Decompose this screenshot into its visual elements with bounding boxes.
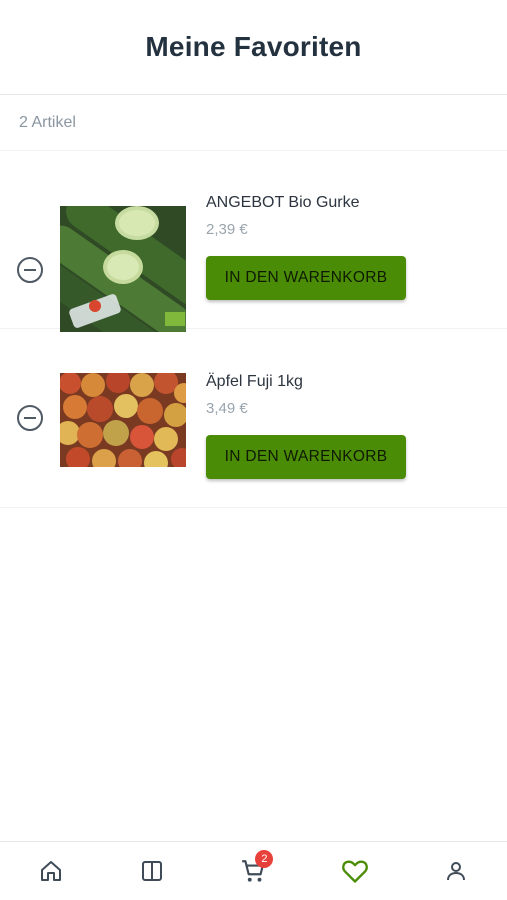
product-image-cucumber[interactable] <box>60 206 186 332</box>
heart-icon <box>341 860 368 883</box>
remove-favorite-button[interactable] <box>17 257 43 283</box>
product-image-apples[interactable] <box>60 373 186 467</box>
product-name: Äpfel Fuji 1kg <box>206 373 303 390</box>
item-count: 2 Artikel <box>0 95 507 151</box>
add-to-cart-button[interactable]: IN DEN WARENKORB <box>206 435 406 479</box>
product-price: 3,49 € <box>206 400 248 417</box>
header: Meine Favoriten <box>0 0 507 95</box>
page-title: Meine Favoriten <box>145 31 362 62</box>
bottom-nav: 2 <box>0 841 507 900</box>
remove-favorite-button[interactable] <box>17 405 43 431</box>
nav-account[interactable] <box>426 846 486 896</box>
product-info: ANGEBOT Bio Gurke 2,39 € IN DEN WARENKOR… <box>206 194 406 300</box>
home-icon <box>40 861 61 881</box>
apples-photo <box>60 373 186 467</box>
minus-icon <box>24 417 36 419</box>
favorites-list: ANGEBOT Bio Gurke 2,39 € IN DEN WARENKOR… <box>0 150 507 508</box>
product-price: 2,39 € <box>206 221 248 238</box>
cart-badge: 2 <box>255 850 274 868</box>
product-name: ANGEBOT Bio Gurke <box>206 194 360 211</box>
nav-catalog[interactable] <box>122 846 182 896</box>
nav-favorites[interactable] <box>325 846 385 896</box>
nav-home[interactable] <box>21 846 81 896</box>
catalog-icon <box>142 861 163 881</box>
cucumber-photo <box>60 206 186 332</box>
add-to-cart-button[interactable]: IN DEN WARENKORB <box>206 256 406 300</box>
user-icon <box>447 862 466 881</box>
minus-icon <box>24 269 36 271</box>
list-item: Äpfel Fuji 1kg 3,49 € IN DEN WARENKORB <box>0 329 507 508</box>
list-item: ANGEBOT Bio Gurke 2,39 € IN DEN WARENKOR… <box>0 150 507 332</box>
nav-cart[interactable]: 2 <box>223 846 283 896</box>
product-info: Äpfel Fuji 1kg 3,49 € IN DEN WARENKORB <box>206 373 406 479</box>
